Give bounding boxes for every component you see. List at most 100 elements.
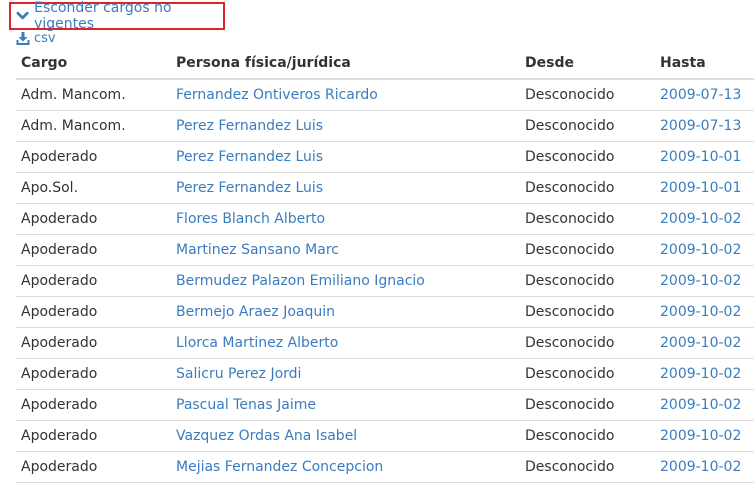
- cell-desde: Desconocido: [520, 172, 655, 204]
- cell-cargo: Apo.Sol.: [16, 172, 171, 204]
- persona-link[interactable]: Llorca Martinez Alberto: [176, 335, 338, 351]
- table-row: Apoderado Vazquez Ordas Ana Isabel Descono…: [16, 420, 754, 452]
- hasta-date-link[interactable]: 2009-07-13: [660, 118, 741, 134]
- persona-link[interactable]: Flores Blanch Alberto: [176, 211, 325, 227]
- cell-persona: Pascual Tenas Jaime: [171, 389, 520, 421]
- cell-persona: Vazquez Ordas Ana Isabel: [171, 420, 520, 452]
- cell-hasta: 2009-10-02: [655, 420, 754, 452]
- cell-cargo: Apoderado: [16, 265, 171, 297]
- hasta-date-link[interactable]: 2009-10-01: [660, 180, 741, 196]
- persona-link[interactable]: Perez Fernandez Luis: [176, 118, 323, 134]
- table-row: Apoderado Martinez Sansano Marc Desconocid…: [16, 234, 754, 266]
- column-header-hasta: Hasta: [655, 47, 754, 80]
- hasta-date-link[interactable]: 2009-10-02: [660, 304, 741, 320]
- cell-cargo: Apoderado: [16, 203, 171, 235]
- persona-link[interactable]: Fernandez Ontiveros Ricardo: [176, 87, 378, 103]
- cell-cargo: Apoderado: [16, 358, 171, 390]
- csv-export-link[interactable]: csv: [16, 31, 56, 46]
- persona-link[interactable]: Mejias Fernandez Concepcion: [176, 459, 383, 475]
- cell-hasta: 2009-10-02: [655, 265, 754, 297]
- cell-cargo: Apoderado: [16, 296, 171, 328]
- cell-hasta: 2009-10-02: [655, 234, 754, 266]
- csv-label: csv: [34, 31, 56, 46]
- cell-persona: Perez Fernandez Luis: [171, 141, 520, 173]
- persona-link[interactable]: Perez Fernandez Luis: [176, 180, 323, 196]
- toggle-label: Esconder cargos no vigentes: [34, 0, 172, 32]
- cell-desde: Desconocido: [520, 420, 655, 452]
- cell-cargo: Adm. Mancom.: [16, 110, 171, 142]
- cell-hasta: 2009-10-02: [655, 296, 754, 328]
- cell-hasta: 2009-10-02: [655, 451, 754, 483]
- cell-persona: Flores Blanch Alberto: [171, 203, 520, 235]
- persona-link[interactable]: Perez Fernandez Luis: [176, 149, 323, 165]
- cell-desde: Desconocido: [520, 203, 655, 235]
- cell-hasta: 2009-07-13: [655, 79, 754, 111]
- table-header-row: Cargo Persona física/jurídica Desde Hast…: [16, 47, 754, 80]
- persona-link[interactable]: Salicru Perez Jordi: [176, 366, 301, 382]
- table-row: Apoderado Perez Fernandez Luis Desconocido…: [16, 141, 754, 173]
- cell-cargo: Adm. Mancom.: [16, 79, 171, 111]
- cell-desde: Desconocido: [520, 79, 655, 111]
- table-row: Apoderado Bermejo Araez Joaquin Desconocid…: [16, 296, 754, 328]
- cell-cargo: Apoderado: [16, 141, 171, 173]
- cell-persona: Salicru Perez Jordi: [171, 358, 520, 390]
- persona-link[interactable]: Pascual Tenas Jaime: [176, 397, 316, 413]
- table-row: Apoderado Mejias Fernandez Concepcion Desc…: [16, 451, 754, 483]
- table-row: Apoderado Flores Blanch Alberto Desconocid…: [16, 203, 754, 235]
- hasta-date-link[interactable]: 2009-10-02: [660, 366, 741, 382]
- cell-cargo: Apoderado: [16, 420, 171, 452]
- hasta-date-link[interactable]: 2009-10-02: [660, 335, 741, 351]
- hasta-date-link[interactable]: 2009-07-13: [660, 87, 741, 103]
- table-row: Apoderado Llorca Martinez Alberto Desconoc…: [16, 327, 754, 359]
- table-row: Apoderado Pascual Tenas Jaime Desconocido 2…: [16, 389, 754, 421]
- persona-link[interactable]: Martinez Sansano Marc: [176, 242, 339, 258]
- cell-persona: Martinez Sansano Marc: [171, 234, 520, 266]
- column-header-persona: Persona física/jurídica: [171, 47, 520, 80]
- cell-hasta: 2009-10-01: [655, 172, 754, 204]
- cell-desde: Desconocido: [520, 358, 655, 390]
- cell-desde: Desconocido: [520, 141, 655, 173]
- table-row: Apoderado Bermudez Palazon Emiliano Ignac…: [16, 265, 754, 297]
- table-row: Adm. Mancom. Fernandez Ontiveros Ricardo D…: [16, 79, 754, 111]
- table-row: Adm. Mancom. Perez Fernandez Luis Desconoc…: [16, 110, 754, 142]
- cell-hasta: 2009-07-13: [655, 110, 754, 142]
- column-header-cargo: Cargo: [16, 47, 171, 80]
- persona-link[interactable]: Bermejo Araez Joaquin: [176, 304, 335, 320]
- cell-persona: Llorca Martinez Alberto: [171, 327, 520, 359]
- toggle-expired-positions-link[interactable]: Esconder cargos no vigentes: [9, 0, 225, 32]
- table-row: Apo.Sol. Perez Fernandez Luis Desconocido 2…: [16, 172, 754, 204]
- persona-link[interactable]: Bermudez Palazon Emiliano Ignacio: [176, 273, 425, 289]
- hasta-date-link[interactable]: 2009-10-02: [660, 242, 741, 258]
- cell-persona: Bermejo Araez Joaquin: [171, 296, 520, 328]
- cell-hasta: 2009-10-02: [655, 358, 754, 390]
- cell-desde: Desconocido: [520, 327, 655, 359]
- hasta-date-link[interactable]: 2009-10-02: [660, 273, 741, 289]
- cell-desde: Desconocido: [520, 296, 655, 328]
- cell-desde: Desconocido: [520, 389, 655, 421]
- hasta-date-link[interactable]: 2009-10-02: [660, 397, 741, 413]
- cell-desde: Desconocido: [520, 234, 655, 266]
- hasta-date-link[interactable]: 2009-10-02: [660, 428, 741, 444]
- download-icon: [16, 32, 30, 45]
- hasta-date-link[interactable]: 2009-10-02: [660, 459, 741, 475]
- cell-persona: Bermudez Palazon Emiliano Ignacio: [171, 265, 520, 297]
- hasta-date-link[interactable]: 2009-10-02: [660, 211, 741, 227]
- cell-cargo: Apoderado: [16, 234, 171, 266]
- cell-desde: Desconocido: [520, 451, 655, 483]
- positions-table: Cargo Persona física/jurídica Desde Hast…: [16, 47, 754, 483]
- cell-hasta: 2009-10-01: [655, 141, 754, 173]
- cell-persona: Perez Fernandez Luis: [171, 172, 520, 204]
- hasta-date-link[interactable]: 2009-10-01: [660, 149, 741, 165]
- persona-link[interactable]: Vazquez Ordas Ana Isabel: [176, 428, 357, 444]
- cell-hasta: 2009-10-02: [655, 327, 754, 359]
- column-header-desde: Desde: [520, 47, 655, 80]
- cell-cargo: Apoderado: [16, 389, 171, 421]
- cell-desde: Desconocido: [520, 265, 655, 297]
- cell-persona: Perez Fernandez Luis: [171, 110, 520, 142]
- cell-cargo: Apoderado: [16, 451, 171, 483]
- cell-hasta: 2009-10-02: [655, 389, 754, 421]
- table-row: Apoderado Salicru Perez Jordi Desconocido 2…: [16, 358, 754, 390]
- cell-hasta: 2009-10-02: [655, 203, 754, 235]
- cell-persona: Mejias Fernandez Concepcion: [171, 451, 520, 483]
- cell-cargo: Apoderado: [16, 327, 171, 359]
